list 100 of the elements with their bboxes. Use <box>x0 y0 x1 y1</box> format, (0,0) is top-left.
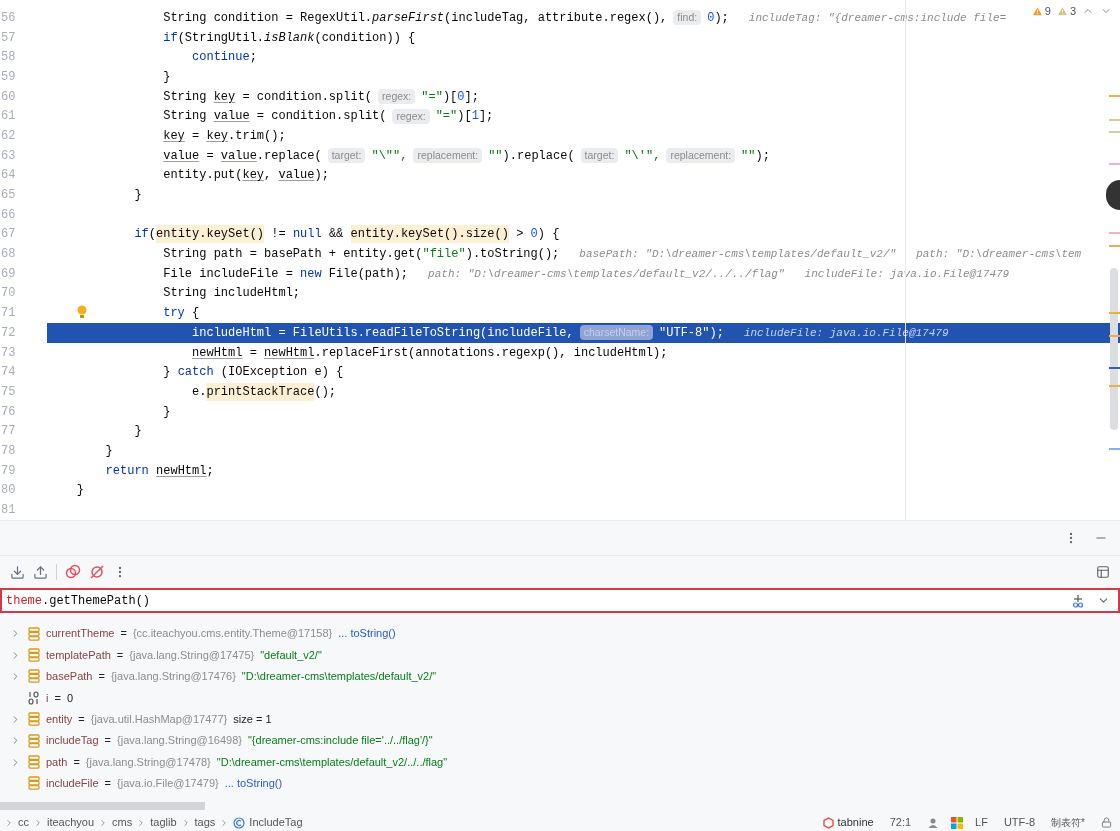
breadcrumb-item[interactable]: taglib <box>150 814 177 831</box>
line-number: 71 <box>0 305 16 323</box>
code-text: ) { <box>537 226 560 244</box>
variable-type: {cc.iteachyou.cms.entity.Theme@17158} <box>132 626 333 642</box>
equals-sign: = <box>73 754 80 770</box>
upload-icon[interactable] <box>33 564 48 580</box>
line-number: 62 <box>0 127 16 145</box>
layout-icon[interactable] <box>1096 565 1110 579</box>
line-number: 66 <box>0 206 16 224</box>
code-text: } <box>134 423 142 441</box>
line-number: 63 <box>0 147 16 165</box>
equals-sign: = <box>104 776 112 792</box>
string-literal: "\'", <box>624 147 661 165</box>
number-literal: 0 <box>457 88 465 106</box>
cursor-position[interactable]: 72:1 <box>889 814 912 831</box>
line-number: 74 <box>0 364 16 382</box>
field-icon <box>28 648 40 663</box>
code-text: = condition.split( <box>242 88 373 106</box>
string-literal: "" <box>488 147 503 165</box>
weak-warnings-count[interactable]: 3 <box>1056 3 1076 20</box>
variable-name: value <box>278 167 315 185</box>
file-encoding[interactable]: UTF-8 <box>1003 814 1036 831</box>
code-text: )[ <box>457 108 472 126</box>
variable-name: path <box>46 754 68 770</box>
number-literal: 1 <box>471 108 479 126</box>
add-watch-icon[interactable] <box>1071 593 1085 608</box>
keyword: catch <box>177 364 214 382</box>
to-string-link[interactable]: ... toString() <box>224 775 283 792</box>
breadcrumb-item[interactable]: cc <box>18 814 29 831</box>
string-literal: "=" <box>421 88 443 106</box>
variable-name: newHtml <box>156 462 207 480</box>
expression-field[interactable]: theme.getThemePath() <box>0 588 1120 613</box>
mute-breakpoints-icon[interactable] <box>89 564 105 580</box>
line-number: 67 <box>0 226 16 244</box>
primitive-icon <box>28 690 40 705</box>
code-text: File(path); <box>328 265 409 283</box>
code-text: ); <box>314 167 329 185</box>
lock-icon[interactable] <box>1101 817 1112 828</box>
line-separator[interactable]: LF <box>975 814 988 831</box>
code-text: .trim(); <box>228 127 286 145</box>
variable-name: key <box>206 127 229 145</box>
method-name: isBlank <box>264 29 315 47</box>
to-string-link[interactable]: ... toString() <box>338 625 396 642</box>
variable-type: {java.lang.String@17475} <box>129 647 255 663</box>
inline-debug-value: path: "D:\dreamer-cms\templates/default_v2/../../flag" <box>428 266 785 282</box>
variable-value: size = 1 <box>233 712 272 727</box>
keyword: if <box>163 29 178 47</box>
line-number: 80 <box>0 482 16 500</box>
horizontal-scrollbar[interactable] <box>0 802 205 810</box>
parameter-hint: replacement: <box>666 148 736 164</box>
variable-value: "{dreamer-cms:include file='../../flag'/}" <box>247 733 433 749</box>
code-text: (includeFile, <box>480 324 574 342</box>
code-text: ).replace( <box>502 147 575 165</box>
variable-name: newHtml <box>264 344 315 362</box>
expand-icon[interactable] <box>10 756 21 768</box>
warnings-count[interactable]: 9 <box>1031 3 1051 20</box>
code-text: = <box>249 344 258 362</box>
breadcrumb-item[interactable]: iteachyou <box>47 814 95 831</box>
code-text: String includeHtml; <box>163 285 301 303</box>
equals-sign: = <box>54 690 61 706</box>
highlighted-usage: entity.keySet().size() <box>350 225 509 244</box>
breadcrumb-item[interactable]: cms <box>112 814 133 831</box>
plugin-status[interactable]: tabnine <box>837 814 874 831</box>
variable-name: key <box>163 127 185 145</box>
line-number: 60 <box>0 88 16 106</box>
variable-name: templatePath <box>46 647 111 663</box>
variable-value: "D:\dreamer-cms\templates/default_v2/" <box>241 669 437 685</box>
indent-setting[interactable]: 制表符* <box>1051 815 1085 830</box>
code-text: } <box>163 403 171 421</box>
code-text: ; <box>249 49 257 67</box>
code-text: = <box>206 147 215 165</box>
code-text: ); <box>714 9 729 27</box>
parameter-hint: target: <box>327 148 366 164</box>
code-text: (condition)) { <box>314 29 416 47</box>
variable-type: {java.util.HashMap@17477} <box>90 712 228 727</box>
variable-name: includeTag <box>46 733 99 749</box>
code-text: && <box>328 226 345 244</box>
variable-name: entity <box>46 712 73 727</box>
code-text: File includeFile = <box>163 265 294 283</box>
breadcrumb-separator-icon <box>4 817 14 828</box>
breakpoints-icon[interactable] <box>65 564 81 580</box>
breadcrumb-item[interactable]: IncludeTag <box>249 814 303 831</box>
scrollbar-thumb[interactable] <box>1110 268 1118 430</box>
breadcrumb-separator-icon <box>33 817 43 828</box>
method-name: readFileToString <box>364 324 481 342</box>
keyword: continue <box>192 49 250 67</box>
field-icon <box>28 733 40 748</box>
variable-name: newHtml <box>192 344 243 362</box>
field-icon <box>28 626 40 641</box>
breadcrumb-item[interactable]: tags <box>194 814 216 831</box>
download-icon[interactable] <box>10 564 25 580</box>
line-number: 70 <box>0 285 16 303</box>
number-literal: 0 <box>530 226 538 244</box>
keyword: null <box>292 226 322 244</box>
code-text: (includeTag, attribute.regex(), <box>444 9 668 27</box>
keyword: new <box>300 265 322 283</box>
code-text: )[ <box>442 88 458 106</box>
inline-debug-value: includeTag: "{dreamer-cms:include file= <box>748 10 1007 26</box>
person-icon[interactable] <box>927 816 940 829</box>
code-text: ]; <box>478 108 494 126</box>
